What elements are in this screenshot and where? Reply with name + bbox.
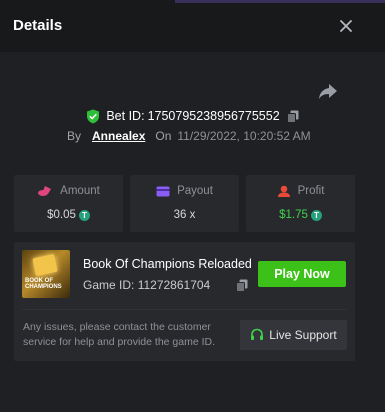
profit-value: $1.75 xyxy=(279,209,308,221)
username-link[interactable]: Annealex xyxy=(92,129,145,143)
game-id-label: Game ID: xyxy=(83,278,135,292)
copy-icon[interactable] xyxy=(286,110,299,123)
profit-icon xyxy=(277,185,290,197)
payout-label: Payout xyxy=(177,185,213,197)
amount-value: $0.05 xyxy=(47,209,76,221)
thumbnail-logo-text: BOOK OF CHAMPIONS xyxy=(25,278,62,290)
page-title: Details xyxy=(13,17,63,34)
game-card: BOOK OF CHAMPIONS Book Of Champions Relo… xyxy=(14,242,355,361)
header-bar: Details xyxy=(0,0,385,52)
tether-coin-icon: T xyxy=(310,209,322,221)
game-id-value: 11272861704 xyxy=(137,278,211,292)
bet-meta-row: By Annealex On 11/29/2022, 10:20:52 AM xyxy=(67,128,311,144)
headset-icon xyxy=(251,328,264,340)
payout-value: 36 x xyxy=(173,209,196,221)
amount-label: Amount xyxy=(60,185,100,197)
divider xyxy=(22,309,347,310)
game-name: Book Of Champions Reloaded xyxy=(83,257,252,271)
coins-icon xyxy=(38,186,52,196)
copy-game-id-icon[interactable] xyxy=(236,279,248,292)
tether-coin-icon: T xyxy=(78,209,90,221)
stat-profit: Profit $1.75 T xyxy=(246,175,355,232)
bet-id-label: Bet ID: xyxy=(106,109,145,123)
book-icon xyxy=(32,253,58,277)
shield-check-icon xyxy=(87,109,100,123)
by-label: By xyxy=(67,129,82,143)
stat-payout: Payout 36 x xyxy=(130,175,239,232)
close-icon xyxy=(340,20,352,32)
bet-id-row: Bet ID: 1750795238956775552 xyxy=(0,107,385,125)
header-strip xyxy=(175,0,385,3)
support-notice: Any issues, please contact the customer … xyxy=(23,321,216,348)
share-icon[interactable] xyxy=(317,82,339,102)
game-thumbnail[interactable]: BOOK OF CHAMPIONS xyxy=(22,250,70,298)
card-icon xyxy=(156,186,170,196)
on-label: On xyxy=(155,129,172,143)
live-support-label: Live Support xyxy=(269,328,337,342)
profit-label: Profit xyxy=(297,185,325,197)
game-id: Game ID: 11272861704 xyxy=(83,278,210,292)
stat-amount: Amount $0.05 T xyxy=(14,175,123,232)
live-support-button[interactable]: Live Support xyxy=(240,320,347,350)
close-button[interactable] xyxy=(334,14,358,38)
bet-datetime: 11/29/2022, 10:20:52 AM xyxy=(177,129,311,143)
play-now-button[interactable]: Play Now xyxy=(258,261,346,287)
bet-id-value: 1750795238956775552 xyxy=(147,109,280,123)
